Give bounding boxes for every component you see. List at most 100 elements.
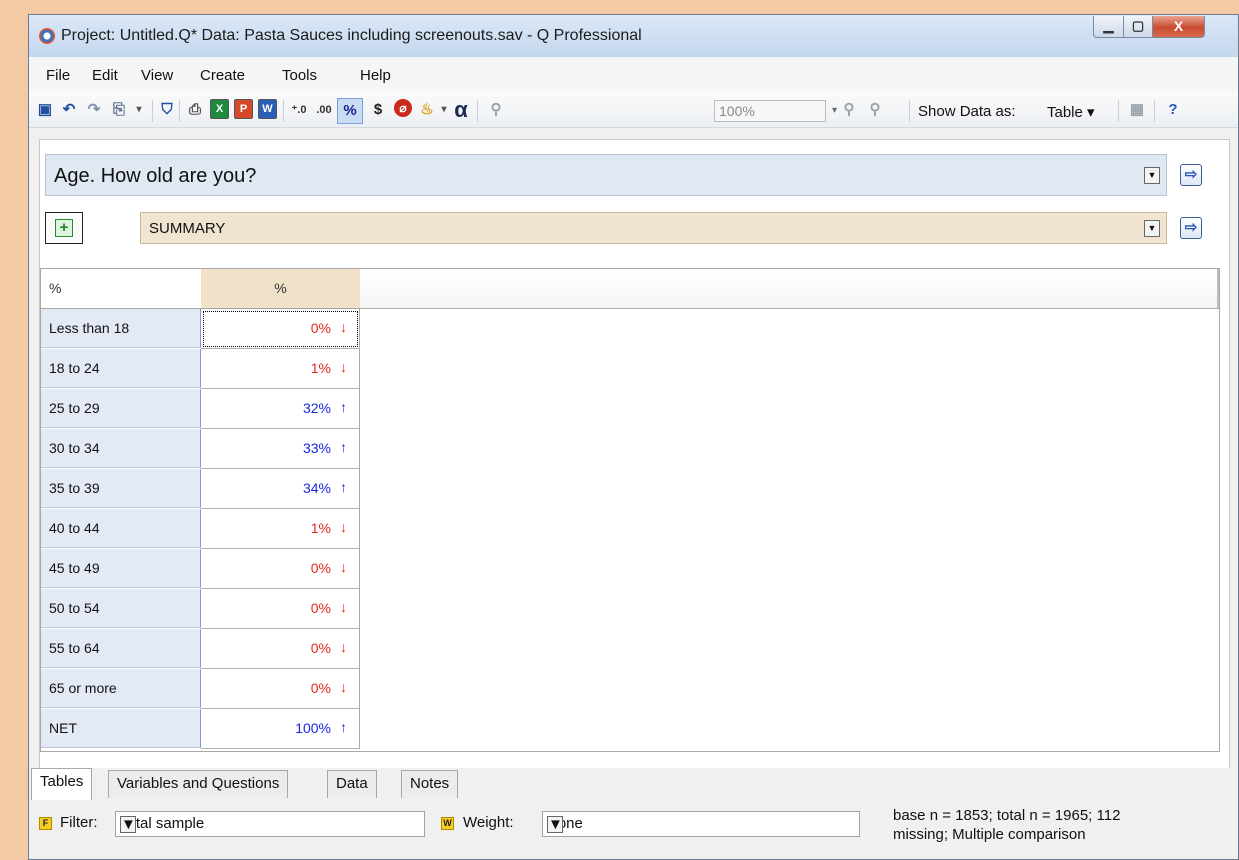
filter-select[interactable]: Total sample ▼ [115,811,425,837]
value-cell[interactable]: 1% ↓ [201,509,360,549]
row-label: 25 to 29 [49,400,100,416]
filter-icon[interactable]: ⛉ [157,100,177,120]
table-row: NET 100% ↑ [41,709,361,749]
menu-view[interactable]: View [141,67,173,84]
chevron-down-icon[interactable]: ▾ [832,105,837,116]
question-selector[interactable]: Age. How old are you? ▼ [45,154,1167,196]
value-cell[interactable]: 1% ↓ [201,349,360,389]
value-cell[interactable]: 0% ↓ [201,669,360,709]
toolbar-separator [283,100,284,122]
add-question-button[interactable]: + [45,212,83,244]
row-label-cell[interactable]: Less than 18 [41,309,201,348]
column-header[interactable]: % [201,269,361,308]
weight-select[interactable]: None ▼ [542,811,860,837]
chevron-down-icon[interactable]: ▼ [1144,167,1160,184]
arrow-down-icon: ↓ [340,519,347,535]
show-data-dropdown[interactable]: Table ▾ [1047,103,1095,121]
zoom-out-icon[interactable]: ⚲ [486,100,506,120]
chevron-down-icon[interactable]: ▼ [1144,220,1160,237]
close-icon: X [1173,18,1184,34]
cell-value: 1% [310,360,331,376]
close-button[interactable]: X [1152,16,1205,38]
tab-strip: Tables Variables and Questions Data Note… [29,768,1238,802]
minimize-button[interactable]: ▁ [1093,16,1124,38]
row-label-cell[interactable]: 30 to 34 [41,429,201,468]
row-label-cell[interactable]: 35 to 39 [41,469,201,508]
menu-file[interactable]: File [46,67,70,84]
menu-bar: File Edit View Create Tools Help [29,57,1238,91]
percent-icon[interactable]: % [337,98,363,124]
chevron-down-icon[interactable]: ▾ [129,100,149,120]
save-icon[interactable]: ▣ [35,100,55,120]
zoom-in-icon[interactable]: ⚲ [839,100,859,120]
chart-icon[interactable]: ▦ [1127,100,1147,120]
value-cell[interactable]: 100% ↑ [201,709,360,749]
powerpoint-icon[interactable]: P [234,99,253,119]
table-row: 40 to 44 1% ↓ [41,509,361,549]
menu-help[interactable]: Help [360,67,391,84]
menu-tools[interactable]: Tools [282,67,317,84]
app-window: Project: Untitled.Q* Data: Pasta Sauces … [28,14,1239,860]
chevron-down-icon[interactable]: ▼ [547,816,563,833]
word-icon[interactable]: W [258,99,277,119]
row-label-cell[interactable]: 45 to 49 [41,549,201,588]
question-go-button[interactable]: ⇨ [1180,164,1202,186]
help-icon[interactable]: ? [1163,100,1183,120]
increase-decimals-icon[interactable]: ⁺.0 [289,100,309,120]
tab-data[interactable]: Data [327,770,377,798]
arrow-down-icon: ↓ [340,679,347,695]
value-cell[interactable]: 0% ↓ [201,549,360,589]
row-label-cell[interactable]: 25 to 29 [41,389,201,428]
cell-value: 1% [310,520,331,536]
menu-edit[interactable]: Edit [92,67,118,84]
value-cell[interactable]: 32% ↑ [201,389,360,429]
arrow-up-icon: ↑ [340,479,347,495]
zoom-reset-icon[interactable]: ⚲ [865,100,885,120]
filter-icon: F [39,817,52,830]
row-label-cell[interactable]: 65 or more [41,669,201,708]
decrease-decimals-icon[interactable]: .00 [314,100,334,120]
tab-notes[interactable]: Notes [401,770,459,798]
row-label-cell[interactable]: 40 to 44 [41,509,201,548]
table-row: Less than 18 0% ↓ [41,309,361,349]
results-table: % % Less than 18 0% ↓ 18 to 24 1% ↓ 25 to 29 32… [40,268,1220,752]
dollar-icon[interactable]: $ [368,100,388,120]
row-label: NET [49,720,77,736]
undo-icon[interactable]: ↶ [59,100,79,120]
show-data-label: Show Data as: [918,103,1016,120]
table-row: 50 to 54 0% ↓ [41,589,361,629]
stop-icon[interactable]: ⌀ [394,99,412,117]
cell-value: 0% [310,640,331,656]
value-cell[interactable]: 0% ↓ [201,629,360,669]
chevron-down-icon[interactable]: ▼ [120,816,136,833]
maximize-button[interactable]: ▢ [1123,16,1153,38]
table-row: 30 to 34 33% ↑ [41,429,361,469]
print-icon[interactable]: ⎙ [185,100,205,120]
copy-icon[interactable]: ⎘ [109,100,129,120]
banner-go-button[interactable]: ⇨ [1180,217,1202,239]
status-summary: base n = 1853; total n = 1965; 112 missi… [893,806,1193,844]
row-label-cell[interactable]: 50 to 54 [41,589,201,628]
arrow-up-icon: ↑ [340,439,347,455]
row-label-cell[interactable]: NET [41,709,201,748]
zoom-combo[interactable]: 100% ▾ [714,100,837,122]
zoom-value: 100% [719,103,755,119]
arrow-down-icon: ↓ [340,559,347,575]
banner-selector[interactable]: SUMMARY ▼ [140,212,1167,244]
redo-icon[interactable]: ↷ [84,100,104,120]
cell-value: 0% [310,320,331,336]
alpha-icon[interactable]: α [451,99,471,121]
row-label-cell[interactable]: 55 to 64 [41,629,201,668]
menu-create[interactable]: Create [200,67,245,84]
tab-variables-and-questions[interactable]: Variables and Questions [108,770,289,798]
tab-tables[interactable]: Tables [31,768,93,800]
row-label-cell[interactable]: 18 to 24 [41,349,201,388]
cell-value: 33% [302,440,331,456]
value-cell[interactable]: 34% ↑ [201,469,360,509]
excel-icon[interactable]: X [210,99,229,119]
row-label: Less than 18 [49,320,130,336]
value-cell[interactable]: 33% ↑ [201,429,360,469]
toolbar-separator [1118,100,1119,122]
value-cell[interactable]: 0% ↓ [201,309,360,349]
value-cell[interactable]: 0% ↓ [201,589,360,629]
